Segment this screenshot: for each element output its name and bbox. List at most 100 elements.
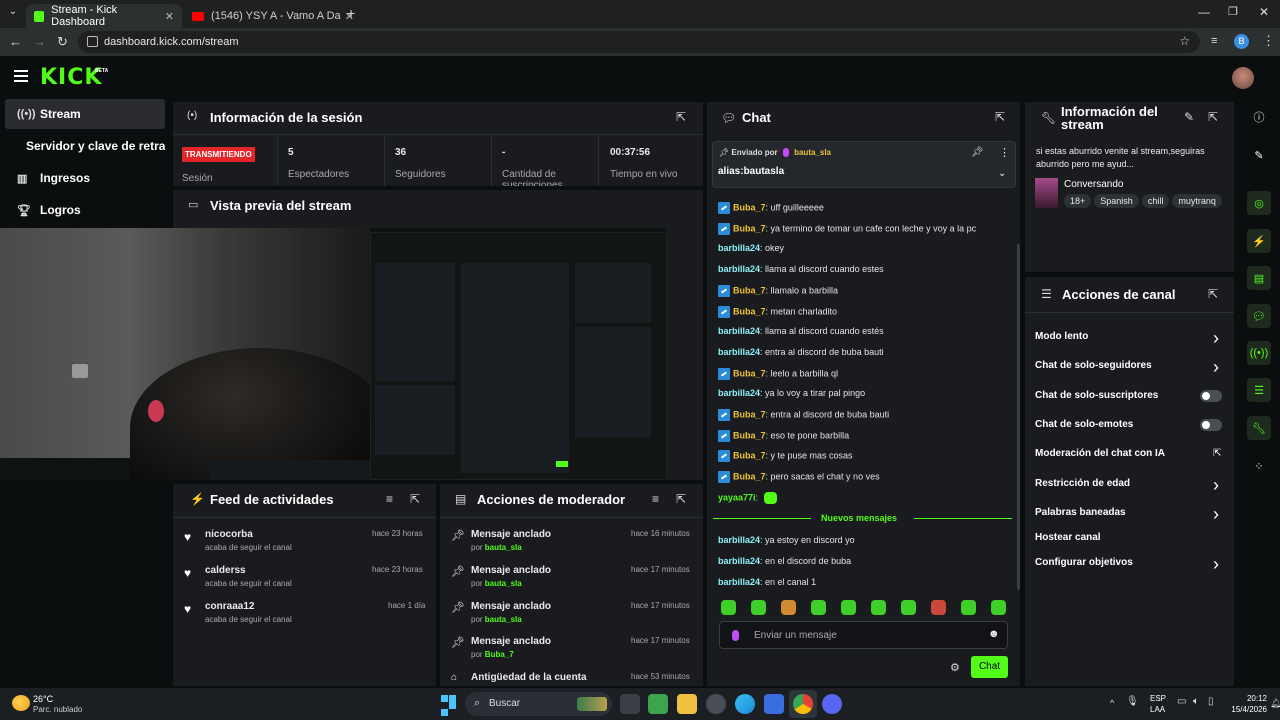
external-link-icon[interactable]: ⇱ (1213, 448, 1221, 459)
chat-message[interactable]: Buba_7: leelo a barbilla ql (718, 367, 838, 380)
windows-start-icon[interactable] (441, 695, 457, 716)
tray-chevron-icon[interactable]: ^ (1110, 698, 1114, 708)
camera-icon[interactable]: ◎ (1247, 191, 1271, 215)
chrome-icon[interactable] (793, 694, 813, 714)
forward-icon[interactable]: → (33, 34, 46, 49)
more-options-icon[interactable]: ⋮ (999, 146, 1010, 159)
sidebar-item-stream[interactable]: ((•)) Stream (5, 99, 165, 129)
profile-avatar[interactable]: B (1234, 34, 1249, 49)
chat-message[interactable]: barbilla24: ya estoy en discord yo (718, 535, 855, 545)
chat-username[interactable]: barbilla24 (718, 556, 760, 566)
emote-icon[interactable] (721, 600, 736, 615)
activity-user[interactable]: nicocorba (205, 529, 253, 540)
chat-username[interactable]: Buba_7 (733, 451, 766, 461)
chevron-right-icon[interactable]: › (1213, 328, 1219, 349)
tab-youtube[interactable]: (1546) YSY A - Vamo A Darle - Y ✕ (184, 4, 362, 28)
chat-message[interactable]: barbilla24: en el discord de buba (718, 556, 851, 566)
close-window-icon[interactable]: ✕ (1259, 5, 1269, 19)
edge-icon[interactable] (735, 694, 755, 714)
new-tab-icon[interactable]: + (347, 5, 355, 21)
taskbar-search[interactable]: ⌕ Buscar (465, 692, 612, 716)
chat-username[interactable]: barbilla24 (718, 535, 760, 545)
discord-icon[interactable] (822, 694, 842, 714)
edit-pencil-icon[interactable]: ✎ (1184, 110, 1194, 124)
sidebar-item-server-key[interactable]: Servidor y clave de retransm (5, 131, 165, 161)
chat-username[interactable]: Buba_7 (733, 202, 766, 212)
chat-message[interactable]: barbilla24: llama al discord cuando esté… (718, 326, 884, 336)
bookmark-star-icon[interactable]: ☆ (1179, 34, 1190, 48)
chat-username[interactable]: barbilla24 (718, 326, 760, 336)
chat-settings-icon[interactable]: ⚙ (950, 661, 960, 674)
tag-chip[interactable]: Spanish (1094, 194, 1139, 208)
site-info-icon[interactable] (87, 36, 98, 47)
pinned-user[interactable]: bauta_sla (794, 148, 831, 157)
mod-user[interactable]: Buba_7 (485, 650, 514, 659)
mod-user[interactable]: bauta_sla (485, 615, 522, 624)
add-widget-icon[interactable]: ⁘ (1247, 454, 1271, 478)
chat-username[interactable]: barbilla24 (718, 347, 760, 357)
tag-chip[interactable]: muytranq (1172, 194, 1222, 208)
bolt-icon[interactable]: ⚡ (1247, 229, 1271, 253)
user-avatar[interactable] (1232, 67, 1254, 89)
channel-action-item[interactable]: Restricción de edad (1035, 478, 1130, 489)
wrench-icon[interactable]: 🔧︎ (1247, 416, 1271, 440)
chat-message[interactable]: Buba_7: ya termino de tomar un cafe con … (718, 222, 976, 235)
filter-icon[interactable]: ≡ (652, 492, 659, 506)
restore-icon[interactable]: ❐ (1228, 5, 1238, 18)
chat-username[interactable]: Buba_7 (733, 471, 766, 481)
microphone-icon[interactable]: 🎙︎ (1126, 696, 1139, 707)
chat-scrollbar[interactable] (1017, 244, 1020, 590)
chat-username[interactable]: barbilla24 (718, 388, 760, 398)
back-icon[interactable]: ← (9, 34, 22, 49)
chat-username[interactable]: barbilla24 (718, 264, 760, 274)
chat-username[interactable]: yayaa77i (718, 492, 756, 502)
chat-message[interactable]: Buba_7: uff guilleeeee (718, 202, 824, 214)
emote-icon[interactable] (811, 600, 826, 615)
chat-username[interactable]: Buba_7 (733, 368, 766, 378)
channel-action-item[interactable]: Configurar objetivos (1035, 557, 1133, 568)
reload-icon[interactable]: ↻ (57, 34, 68, 50)
emote-icon[interactable] (991, 600, 1006, 615)
close-tab-icon[interactable]: ✕ (165, 10, 174, 23)
channel-action-item[interactable]: Chat de solo-suscriptores (1035, 390, 1158, 401)
kick-logo[interactable]: KICK (40, 65, 102, 90)
language-layout[interactable]: LAA (1150, 705, 1165, 714)
popout-icon[interactable]: ⇱ (410, 492, 420, 506)
chat-message[interactable]: Buba_7: entra al discord de buba bauti (718, 409, 889, 421)
toggle-switch[interactable] (1200, 419, 1222, 431)
chat-username[interactable]: Buba_7 (733, 306, 766, 316)
popout-icon[interactable]: ⇱ (676, 492, 686, 506)
hamburger-menu-icon[interactable] (14, 70, 28, 82)
channel-action-item[interactable]: Modo lento (1035, 331, 1088, 342)
channel-action-item[interactable]: Chat de solo-emotes (1035, 419, 1133, 430)
popout-icon[interactable]: ⇱ (1208, 110, 1218, 124)
emote-icon[interactable] (931, 600, 946, 615)
stream-video[interactable] (0, 228, 667, 480)
channel-action-item[interactable]: Chat de solo-seguidores (1035, 360, 1152, 371)
language-code[interactable]: ESP (1150, 694, 1166, 703)
chat-username[interactable]: barbilla24 (718, 577, 760, 587)
activity-user[interactable]: conraaa12 (205, 601, 254, 612)
task-view-icon[interactable] (620, 694, 640, 714)
chat-bubble-icon[interactable]: 💬︎ (1247, 304, 1271, 328)
emote-icon[interactable] (751, 600, 766, 615)
clock-date[interactable]: 15/4/2026 (1222, 705, 1267, 714)
activity-user[interactable]: calderss (205, 565, 246, 576)
category-name[interactable]: Conversando (1064, 179, 1123, 190)
chevron-down-icon[interactable]: ⌄ (998, 168, 1006, 179)
url-field[interactable]: dashboard.kick.com/stream ☆ (78, 31, 1200, 53)
battery-icon[interactable]: ▯ (1208, 696, 1214, 707)
chat-message[interactable]: yayaa77i: (718, 491, 777, 504)
emote-icon[interactable] (871, 600, 886, 615)
tag-chip[interactable]: 18+ (1064, 194, 1092, 208)
broadcast-icon[interactable]: ((•)) (1247, 341, 1271, 365)
info-icon[interactable]: ⓘ (1247, 105, 1271, 129)
emote-icon[interactable] (781, 600, 796, 615)
chat-input[interactable]: Enviar un mensaje ☻ (719, 621, 1008, 649)
chat-message[interactable]: barbilla24: en el canal 1 (718, 577, 816, 587)
tab-kick-dashboard[interactable]: Stream - Kick Dashboard ✕ (26, 4, 182, 28)
weather-icon[interactable] (12, 695, 30, 711)
channel-action-item[interactable]: Hostear canal (1035, 532, 1101, 543)
emote-icon[interactable] (901, 600, 916, 615)
chevron-right-icon[interactable]: › (1213, 357, 1219, 378)
